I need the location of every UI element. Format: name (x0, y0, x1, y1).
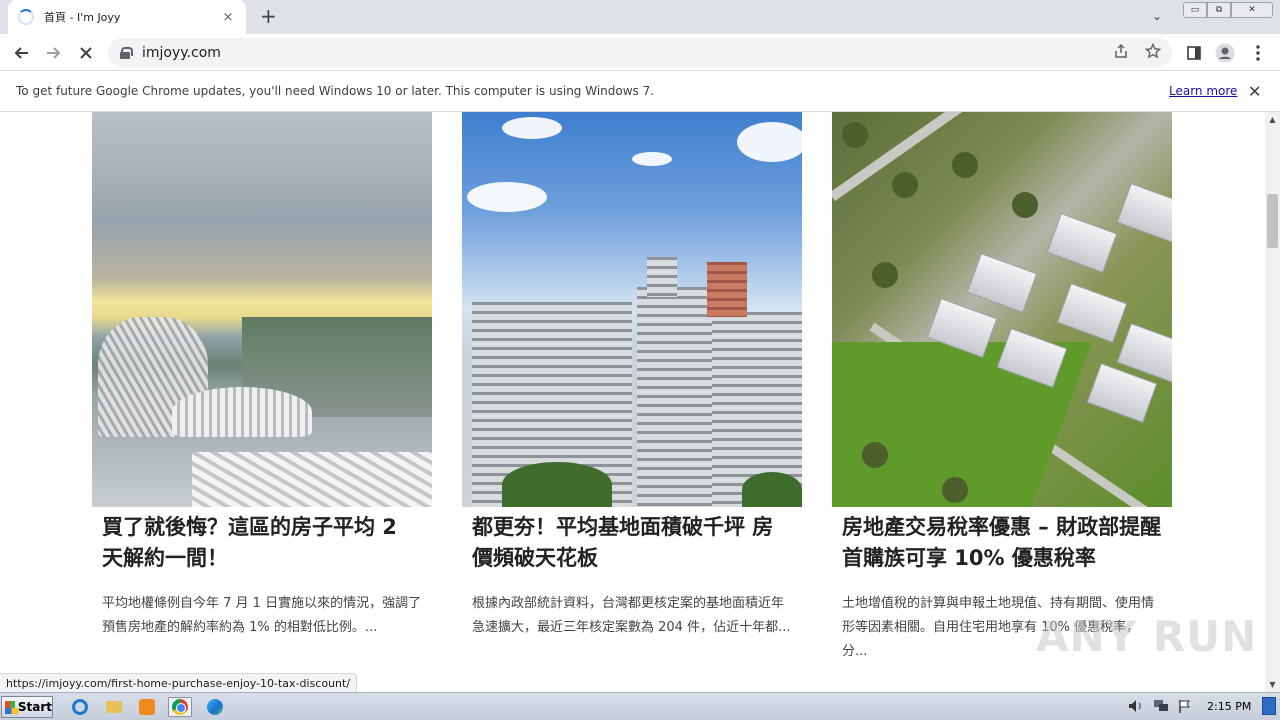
article-excerpt: 平均地權條例自今年 7 月 1 日實施以來的情況，強調了預售房地產的解約率約為 … (102, 596, 422, 635)
article-title[interactable]: 房地產交易稅率優惠 – 財政部提醒首購族可享 10% 優惠稅率 (842, 507, 1162, 574)
edge-icon (207, 699, 223, 715)
windows-logo-icon (5, 700, 18, 714)
learn-more-link[interactable]: Learn more (1169, 84, 1237, 98)
taskbar-ie-button[interactable] (68, 697, 92, 717)
tab-close-icon[interactable]: × (220, 10, 236, 25)
infobar-message: To get future Google Chrome updates, you… (16, 84, 655, 98)
window-minimize-button[interactable]: ▭ (1183, 2, 1207, 18)
forward-button[interactable] (42, 41, 66, 65)
scroll-up-icon[interactable]: ▲ (1265, 112, 1280, 127)
start-button[interactable]: Start (1, 696, 53, 718)
arrow-right-icon (47, 47, 61, 59)
article-card[interactable]: 房地產交易稅率優惠 – 財政部提醒首購族可享 10% 優惠稅率 土地增值稅的計算… (832, 112, 1172, 664)
article-excerpt: 根據內政部統計資料，台灣都更核定案的基地面積近年急速擴大，最近三年核定案數為 2… (472, 596, 791, 635)
media-player-icon (139, 699, 155, 715)
watermark-logo: ANY RUN (1036, 612, 1258, 661)
show-desktop-button[interactable] (1262, 697, 1276, 715)
browser-toolbar: imjoyy.com (0, 34, 1280, 71)
article-thumbnail[interactable] (92, 112, 432, 507)
network-icon[interactable] (1153, 699, 1169, 716)
folder-icon (106, 701, 122, 713)
bookmark-star-icon[interactable] (1144, 42, 1162, 63)
close-icon (80, 47, 92, 59)
profile-button[interactable] (1213, 41, 1237, 65)
share-icon[interactable] (1113, 43, 1129, 63)
start-label: Start (17, 700, 52, 714)
link-status-bubble: https://imjoyy.com/first-home-purchase-e… (0, 673, 358, 692)
scroll-down-icon[interactable]: ▼ (1265, 677, 1280, 692)
article-thumbnail[interactable] (832, 112, 1172, 507)
tab-strip: 首頁 - I'm Joyy × + ⌄ ▭ ⧉ ✕ (0, 0, 1280, 34)
arrow-left-icon (14, 47, 28, 59)
page-scrollbar[interactable]: ▲ ▼ (1265, 112, 1280, 692)
url-text[interactable]: imjoyy.com (142, 45, 221, 61)
update-infobar: To get future Google Chrome updates, you… (0, 71, 1280, 112)
volume-icon[interactable] (1128, 699, 1144, 716)
side-panel-icon (1187, 46, 1201, 60)
window-close-button[interactable]: ✕ (1231, 2, 1273, 18)
article-title[interactable]: 都更夯！平均基地面積破千坪 房價頻破天花板 (472, 507, 792, 574)
article-card[interactable]: 都更夯！平均基地面積破千坪 房價頻破天花板 根據內政部統計資料，台灣都更核定案的… (462, 112, 802, 640)
menu-button[interactable] (1246, 41, 1270, 65)
address-bar[interactable]: imjoyy.com (108, 38, 1172, 67)
lock-icon (120, 46, 133, 59)
stop-loading-button[interactable] (74, 41, 98, 65)
action-center-flag-icon[interactable] (1178, 699, 1192, 716)
side-panel-button[interactable] (1182, 41, 1206, 65)
browser-tab[interactable]: 首頁 - I'm Joyy × (8, 0, 246, 34)
kebab-menu-icon (1256, 45, 1260, 61)
new-tab-button[interactable]: + (260, 6, 277, 26)
tab-title: 首頁 - I'm Joyy (44, 11, 121, 24)
article-title[interactable]: 買了就後悔？這區的房子平均 2 天解約一間！ (102, 507, 422, 574)
article-thumbnail[interactable] (462, 112, 802, 507)
tab-search-icon[interactable]: ⌄ (1152, 9, 1162, 23)
internet-explorer-icon (72, 699, 88, 715)
scrollbar-thumb[interactable] (1267, 194, 1278, 248)
avatar-icon (1215, 43, 1235, 63)
taskbar-clock[interactable]: 2:15 PM (1207, 700, 1251, 713)
taskbar-chrome-button[interactable] (168, 697, 192, 717)
infobar-close-icon[interactable]: ✕ (1248, 82, 1261, 101)
windows-taskbar: Start 2:15 PM (0, 692, 1280, 720)
taskbar-edge-button[interactable] (203, 697, 227, 717)
article-card[interactable]: 買了就後悔？這區的房子平均 2 天解約一間！ 平均地權條例自今年 7 月 1 日… (92, 112, 432, 640)
taskbar-explorer-button[interactable] (102, 697, 126, 717)
chrome-icon (172, 699, 188, 715)
window-restore-button[interactable]: ⧉ (1207, 2, 1231, 18)
loading-spinner-icon (18, 9, 34, 25)
back-button[interactable] (9, 41, 33, 65)
page-viewport: 買了就後悔？這區的房子平均 2 天解約一間！ 平均地權條例自今年 7 月 1 日… (0, 112, 1265, 692)
taskbar-media-button[interactable] (135, 697, 159, 717)
